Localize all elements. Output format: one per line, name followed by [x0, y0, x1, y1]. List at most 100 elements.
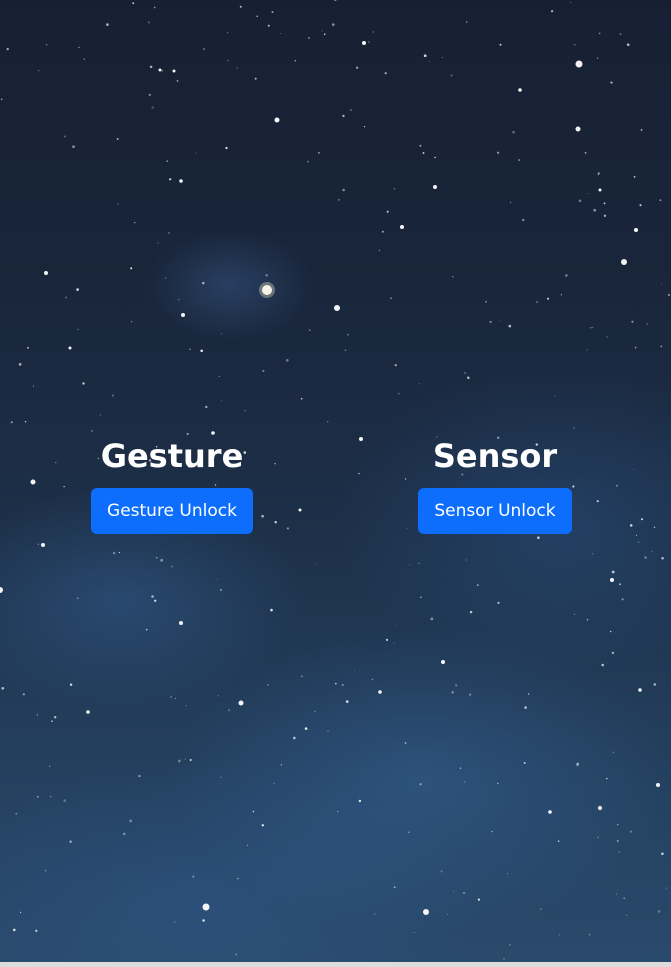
star — [86, 710, 90, 714]
star — [661, 557, 664, 560]
star — [111, 394, 115, 397]
star — [576, 762, 579, 765]
star — [18, 363, 22, 366]
star — [373, 913, 376, 915]
star — [252, 810, 255, 813]
star — [477, 584, 479, 586]
star — [560, 294, 563, 296]
star — [156, 557, 158, 559]
star — [64, 135, 66, 138]
star — [166, 160, 169, 162]
star — [186, 432, 189, 436]
star — [621, 598, 624, 601]
star — [280, 33, 282, 35]
star — [185, 705, 187, 707]
star — [314, 710, 316, 713]
star — [256, 15, 258, 17]
star — [179, 621, 183, 625]
star — [181, 313, 185, 317]
star — [69, 840, 72, 843]
star — [30, 479, 36, 485]
star — [55, 461, 57, 464]
star — [169, 178, 172, 181]
star — [261, 824, 265, 827]
star — [161, 70, 164, 72]
star — [616, 839, 619, 843]
star — [659, 199, 662, 202]
star — [300, 675, 303, 678]
star — [518, 88, 522, 92]
star — [629, 524, 633, 527]
star — [598, 188, 602, 192]
star — [447, 914, 449, 915]
star — [390, 297, 392, 300]
star — [267, 684, 269, 686]
star — [317, 151, 320, 154]
star — [496, 151, 500, 154]
star — [592, 326, 594, 329]
star — [48, 765, 51, 768]
star — [172, 69, 176, 73]
star — [573, 426, 575, 429]
star — [575, 126, 581, 132]
star — [644, 556, 647, 559]
star — [69, 683, 73, 686]
star — [616, 823, 619, 826]
star — [265, 274, 268, 277]
star — [653, 683, 657, 686]
star — [45, 870, 47, 872]
star — [37, 796, 39, 798]
star — [342, 114, 345, 118]
star — [400, 225, 404, 229]
star — [306, 160, 309, 163]
star — [467, 376, 470, 379]
star — [189, 758, 192, 762]
star — [463, 781, 466, 783]
star — [393, 642, 395, 644]
star — [327, 730, 329, 732]
star — [597, 172, 600, 175]
star — [497, 601, 500, 604]
star — [570, 1, 572, 4]
star — [450, 74, 453, 77]
star — [10, 421, 13, 424]
star — [226, 32, 229, 34]
star — [170, 565, 173, 568]
star — [454, 684, 458, 687]
star — [157, 242, 159, 244]
sensor-unlock-button[interactable]: Sensor Unlock — [418, 488, 572, 534]
star — [646, 323, 648, 325]
star — [274, 521, 277, 524]
star — [422, 151, 425, 154]
star — [384, 72, 387, 75]
star — [394, 364, 397, 367]
star — [355, 66, 359, 69]
star — [314, 564, 316, 566]
star — [24, 420, 27, 423]
gesture-unlock-button[interactable]: Gesture Unlock — [91, 488, 253, 534]
star — [50, 795, 52, 798]
star — [237, 877, 239, 880]
star — [1, 686, 5, 690]
star — [619, 33, 622, 35]
star — [593, 208, 596, 212]
star — [468, 693, 472, 696]
star — [503, 958, 505, 960]
star — [573, 613, 576, 615]
star — [19, 911, 22, 914]
star — [500, 320, 502, 322]
star — [463, 892, 465, 894]
star — [665, 887, 667, 889]
star — [51, 720, 53, 723]
star — [174, 921, 176, 923]
star — [246, 844, 248, 846]
star — [590, 327, 592, 329]
star — [184, 758, 186, 760]
star — [238, 700, 244, 706]
star — [634, 346, 637, 349]
star — [13, 928, 16, 932]
star — [158, 68, 162, 72]
star — [239, 5, 242, 8]
star — [623, 897, 625, 900]
star — [99, 414, 102, 416]
